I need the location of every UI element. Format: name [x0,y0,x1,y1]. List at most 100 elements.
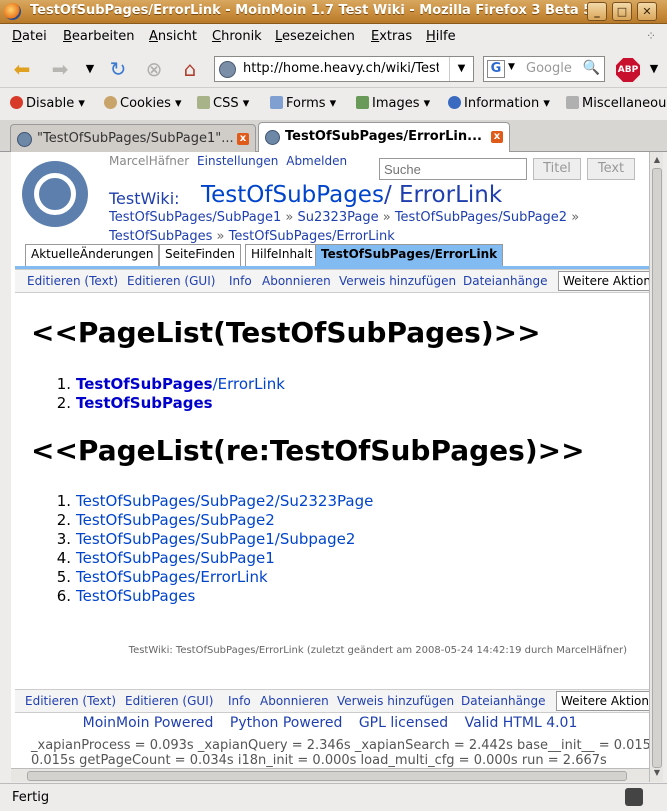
home-icon[interactable]: ⌂ [178,57,202,81]
list-item: 6. TestOfSubPages [56,587,196,605]
trail-item[interactable]: TestOfSubPages [109,229,212,244]
edit-gui-link[interactable]: Editieren (GUI) [125,694,213,708]
css-icon [197,96,210,109]
devbar-cookies[interactable]: Cookies ▾ [104,96,182,111]
devbar-css[interactable]: CSS ▾ [197,96,249,111]
disable-icon [10,96,23,109]
page-link[interactable]: TestOfSubPages/SubPage2 [76,511,275,529]
vertical-scroll-thumb[interactable] [652,168,662,768]
subscribe-link[interactable]: Abonnieren [260,694,329,708]
menu-bearbeiten[interactable]: Bearbeiten [63,29,134,44]
engine-dropdown-icon[interactable]: ▼ [508,62,515,72]
add-link-link[interactable]: Verweis hinzufügen [337,694,454,708]
horizontal-scroll-thumb[interactable] [27,771,627,781]
webdev-status-icon[interactable] [625,788,643,806]
forward-icon[interactable]: ➡ [48,57,72,81]
attachments-link[interactable]: Dateianhänge [463,274,548,288]
information-icon [448,96,461,109]
devbar-disable[interactable]: Disable ▾ [10,96,85,111]
page-link[interactable]: TestOfSubPages/SubPage2/Su2323Page [76,492,373,510]
trail-item[interactable]: Su2323Page [298,210,379,225]
trail-separator: » [571,210,580,225]
back-icon[interactable]: ⬅ [10,57,34,81]
more-actions-select[interactable]: Weitere Aktionen: [556,691,649,711]
tab-close-icon[interactable]: x [491,131,503,143]
user-links: MarcelHäfner Einstellungen Abmelden [109,154,347,168]
text-search-button[interactable]: Text [587,158,635,180]
attachments-link[interactable]: Dateianhänge [461,694,546,708]
url-dropdown-icon[interactable]: ▼ [449,57,473,81]
google-engine-icon[interactable]: G [487,60,505,78]
title-search-button[interactable]: Titel [533,158,581,180]
credit-gpl[interactable]: GPL licensed [359,715,448,731]
url-bar[interactable]: http://home.heavy.ch/wiki/TestOfSubPages… [214,56,474,82]
vertical-scrollbar[interactable]: ▲ ▼ [649,152,663,782]
maximize-button[interactable]: □ [612,2,632,21]
tab-label: TestOfSubPages/ErrorLin... [285,129,482,144]
devbar-forms[interactable]: Forms ▾ [270,96,336,111]
trail-item[interactable]: TestOfSubPages/SubPage1 [109,210,281,225]
page-title-child[interactable]: ErrorLink [399,182,502,208]
edit-gui-link[interactable]: Editieren (GUI) [127,274,215,288]
tab-close-icon[interactable]: x [237,133,249,145]
breadcrumb: TestOfSubPages/SubPage1 » Su2323Page » T… [109,208,629,246]
navi-current-page[interactable]: TestOfSubPages/ErrorLink [315,244,504,266]
reload-icon[interactable]: ↻ [106,57,130,81]
tab-subpage1[interactable]: "TestOfSubPages/SubPage1"... x [10,124,256,152]
menu-lesezeichen[interactable]: Lesezeichen [275,29,355,44]
page-link[interactable]: TestOfSubPages [76,587,195,605]
trail-item[interactable]: TestOfSubPages/ErrorLink [229,229,395,244]
menu-datei[interactable]: Datei [12,29,47,44]
navi-help-contents[interactable]: HilfeInhalt [245,244,319,266]
scroll-up-icon[interactable]: ▲ [651,153,663,167]
status-bar: Fertig [0,783,667,811]
close-button[interactable]: ✕ [637,2,657,21]
menu-hilfe[interactable]: Hilfe [426,29,456,44]
edit-text-link[interactable]: Editieren (Text) [25,694,116,708]
credit-moinmoin[interactable]: MoinMoin Powered [83,715,214,731]
menu-chronik[interactable]: Chronik [212,29,262,44]
moinmoin-logo[interactable] [22,161,88,227]
info-link[interactable]: Info [229,274,252,288]
search-bar[interactable]: G ▼ Google 🔍 [483,56,605,82]
info-link[interactable]: Info [228,694,251,708]
wiki-name-link[interactable]: TestWiki: [109,189,180,208]
navi-find-page[interactable]: SeiteFinden [159,244,241,266]
minimize-button[interactable]: _ [587,2,607,21]
menu-extras[interactable]: Extras [371,29,412,44]
settings-link[interactable]: Einstellungen [197,154,278,168]
stop-icon[interactable]: ⊗ [142,57,166,81]
page-link[interactable]: TestOfSubPages [76,394,213,412]
edit-bar-top: Editieren (Text) Editieren (GUI) Info Ab… [15,269,649,293]
username[interactable]: MarcelHäfner [109,154,189,168]
history-dropdown-icon[interactable]: ▼ [78,57,102,81]
devbar-miscellaneous[interactable]: Miscellaneous [566,96,667,111]
credit-html[interactable]: Valid HTML 4.01 [465,715,578,731]
wiki-search-input[interactable] [379,158,527,180]
navi-recent-changes[interactable]: AktuelleÄnderungen [25,244,160,266]
scroll-down-icon[interactable]: ▼ [651,766,663,780]
page-link[interactable]: TestOfSubPages/SubPage1/Subpage2 [76,530,355,548]
more-actions-select[interactable]: Weitere Aktionen: [558,271,649,291]
site-favicon [219,61,236,78]
page-link[interactable]: TestOfSubPages/SubPage1 [76,549,275,567]
adblock-dropdown-icon[interactable]: ▼ [642,57,666,81]
add-link-link[interactable]: Verweis hinzufügen [339,274,456,288]
url-text[interactable]: http://home.heavy.ch/wiki/TestOfSubPages… [243,61,439,76]
horizontal-scrollbar[interactable] [11,768,649,782]
magnifier-icon[interactable]: 🔍 [583,60,600,76]
devbar-information[interactable]: Information ▾ [448,96,550,111]
subscribe-link[interactable]: Abonnieren [262,274,331,288]
page-link[interactable]: TestOfSubPages/ErrorLink [76,375,285,393]
logout-link[interactable]: Abmelden [286,154,347,168]
credit-python[interactable]: Python Powered [230,715,343,731]
trail-item[interactable]: TestOfSubPages/SubPage2 [395,210,567,225]
tab-errorlink[interactable]: TestOfSubPages/ErrorLin... x [258,122,510,153]
page-link[interactable]: TestOfSubPages/ErrorLink [76,568,268,586]
page-title-parent[interactable]: TestOfSubPages [201,182,384,208]
webdev-toolbar: Disable ▾ Cookies ▾ CSS ▾ Forms ▾ Images… [0,89,667,119]
menu-ansicht[interactable]: Ansicht [149,29,197,44]
edit-text-link[interactable]: Editieren (Text) [27,274,118,288]
adblock-icon[interactable]: ABP [616,58,640,82]
devbar-images[interactable]: Images ▾ [356,96,430,111]
